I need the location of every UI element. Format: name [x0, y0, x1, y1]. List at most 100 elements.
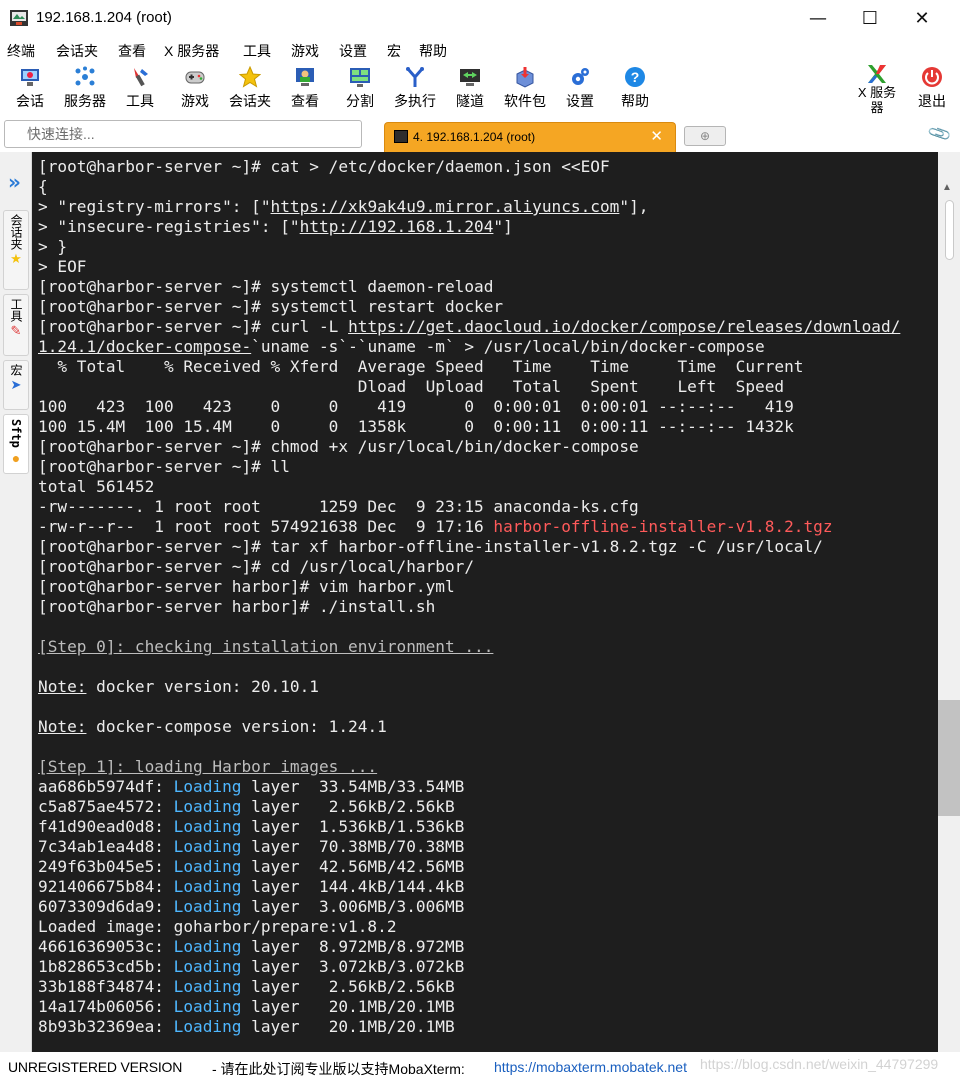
vertical-scrollbar[interactable]: ▲: [938, 152, 960, 1052]
menu-games[interactable]: 游戏: [291, 41, 319, 61]
toolbar-multiexec-button[interactable]: 多执行: [385, 66, 445, 111]
terminal-segment: layer 2.56kB/2.56kB: [241, 977, 455, 996]
terminal-line: 46616369053c: Loading layer 8.972MB/8.97…: [38, 937, 900, 957]
terminal-segment: [root@harbor-server ~]# cd /usr/local/ha…: [38, 557, 475, 576]
sidebar-tab-favorites[interactable]: 会话夹 ★: [3, 210, 29, 290]
terminal-segment: > "insecure-registries": [": [38, 217, 300, 236]
terminal-segment: 6073309d6da9:: [38, 897, 174, 916]
terminal-line: 249f63b045e5: Loading layer 42.56MB/42.5…: [38, 857, 900, 877]
scrollbar-thumb[interactable]: [938, 700, 960, 816]
menu-sessions[interactable]: 会话夹: [56, 41, 98, 61]
terminal-segment: layer 3.072kB/3.072kB: [241, 957, 465, 976]
terminal-segment: layer 33.54MB/33.54MB: [241, 777, 465, 796]
terminal-segment: f41d90ead0d8:: [38, 817, 174, 836]
terminal-segment: [root@harbor-server ~]# chmod +x /usr/lo…: [38, 437, 639, 456]
scroll-indicator: [945, 200, 954, 260]
terminal-segment: Loading: [173, 817, 242, 836]
terminal-segment: 8b93b32369ea:: [38, 1017, 174, 1036]
terminal-segment: layer 20.1MB/20.1MB: [241, 1017, 455, 1036]
toolbar-tools-button[interactable]: 工具: [110, 66, 170, 111]
minimize-button[interactable]: —: [792, 0, 844, 38]
terminal-line: total 561452: [38, 477, 900, 497]
tab-session-4[interactable]: 4. 192.168.1.204 (root) ✕: [384, 122, 676, 152]
expand-sidebar-icon[interactable]: »: [8, 170, 21, 194]
menu-terminal[interactable]: 终端: [7, 41, 35, 61]
terminal-segment: layer 20.1MB/20.1MB: [241, 997, 455, 1016]
menu-view[interactable]: 查看: [118, 41, 146, 61]
paperclip-icon[interactable]: 📎: [926, 120, 953, 147]
toolbar-games-button[interactable]: 游戏: [165, 66, 225, 111]
star-icon: [239, 66, 261, 88]
status-bar: UNREGISTERED VERSION - 请在此处订阅专业版以支持MobaX…: [0, 1052, 960, 1080]
close-button[interactable]: ✕: [896, 0, 948, 38]
quick-connect-input[interactable]: [4, 120, 362, 148]
terminal-segment: layer 42.56MB/42.56MB: [241, 857, 465, 876]
menu-help[interactable]: 帮助: [419, 41, 447, 61]
terminal-segment: harbor-offline-installer-v1.8.2.tgz: [493, 517, 833, 536]
menu-macros[interactable]: 宏: [387, 41, 401, 61]
terminal-segment: {: [38, 177, 48, 196]
terminal-line: [root@harbor-server ~]# cat > /etc/docke…: [38, 157, 900, 177]
mobaxterm-app-icon: [10, 10, 28, 26]
watermark-text: https://blog.csdn.net/weixin_44797299: [700, 1056, 939, 1072]
toolbar-favorites-button[interactable]: 会话夹: [220, 66, 280, 111]
toolbar-xserver-button[interactable]: X 服务 器: [852, 64, 902, 114]
toolbar-view-button[interactable]: 查看: [275, 66, 335, 111]
terminal-segment: Loading: [173, 797, 242, 816]
terminal-segment: layer 3.006MB/3.006MB: [241, 897, 465, 916]
toolbar-help-button[interactable]: ? 帮助: [605, 66, 665, 111]
new-tab-button[interactable]: ⊕: [684, 126, 726, 146]
globe-icon: ●: [11, 449, 21, 466]
menu-settings[interactable]: 设置: [339, 41, 367, 61]
terminal-line: Note: docker version: 20.10.1: [38, 677, 900, 697]
mobaxterm-link[interactable]: https://mobaxterm.mobatek.net: [494, 1059, 687, 1075]
terminal-segment: Loading: [173, 1017, 242, 1036]
user-view-icon: [296, 68, 314, 86]
terminal-segment: aa686b5974df:: [38, 777, 174, 796]
toolbar-settings-button[interactable]: 设置: [550, 66, 610, 111]
scroll-up-icon[interactable]: ▲: [942, 182, 952, 193]
sidebar-tab-macros[interactable]: 宏 ➤: [3, 360, 29, 410]
terminal-line: c5a875ae4572: Loading layer 2.56kB/2.56k…: [38, 797, 900, 817]
terminal-segment: > EOF: [38, 257, 87, 276]
tunnel-icon: [460, 69, 480, 86]
menu-xserver[interactable]: X 服务器: [164, 41, 219, 61]
terminal-line: [root@harbor-server ~]# ll: [38, 457, 900, 477]
terminal-segment: 46616369053c:: [38, 937, 174, 956]
toolbar-split-button[interactable]: 分割: [330, 66, 390, 111]
terminal-segment: 100 423 100 423 0 0 419 0 0:00:01 0:00:0…: [38, 397, 794, 416]
terminal-segment: Loading: [173, 777, 242, 796]
terminal-segment: Note:: [38, 677, 87, 696]
toolbar-exit-button[interactable]: 退出: [908, 66, 956, 111]
subscribe-message[interactable]: - 请在此处订阅专业版以支持MobaXterm:: [212, 1059, 465, 1079]
menu-tools[interactable]: 工具: [243, 41, 271, 61]
terminal-line: -rw-r--r-- 1 root root 574921638 Dec 9 1…: [38, 517, 900, 537]
toolbar-tunnel-button[interactable]: 隧道: [440, 66, 500, 111]
gear-icon: [572, 68, 589, 85]
help-icon: ?: [625, 67, 645, 87]
terminal-line: > EOF: [38, 257, 900, 277]
sidebar-tab-tools[interactable]: 工具 ✎: [3, 294, 29, 356]
toolbar-packages-button[interactable]: 软件包: [495, 66, 555, 111]
terminal-output[interactable]: [root@harbor-server ~]# cat > /etc/docke…: [32, 152, 938, 1052]
terminal-line: [root@harbor-server ~]# tar xf harbor-of…: [38, 537, 900, 557]
terminal-segment: 1b828653cd5b:: [38, 957, 174, 976]
title-bar: 192.168.1.204 (root) — ☐ ✕: [0, 0, 960, 38]
maximize-button[interactable]: ☐: [844, 0, 896, 38]
terminal-segment: Loading: [173, 997, 242, 1016]
terminal-line: > }: [38, 237, 900, 257]
toolbar-servers-button[interactable]: 服务器: [55, 66, 115, 111]
terminal-line: [Step 0]: checking installation environm…: [38, 637, 900, 657]
gamepad-icon: [185, 71, 205, 84]
terminal-segment: [Step 1]: loading Harbor images ...: [38, 757, 378, 776]
terminal-segment: layer 70.38MB/70.38MB: [241, 837, 465, 856]
toolbar-sessions-button[interactable]: 会话: [0, 66, 60, 111]
sidebar-tab-sftp[interactable]: Sftp ●: [3, 414, 29, 474]
terminal-segment: 14a174b06056:: [38, 997, 174, 1016]
terminal-segment: Loading: [173, 897, 242, 916]
tab-close-icon[interactable]: ✕: [650, 127, 663, 145]
terminal-line: Dload Upload Total Spent Left Speed: [38, 377, 900, 397]
network-icon: [75, 66, 95, 86]
terminal-line: 8b93b32369ea: Loading layer 20.1MB/20.1M…: [38, 1017, 900, 1037]
package-icon: [516, 67, 534, 88]
